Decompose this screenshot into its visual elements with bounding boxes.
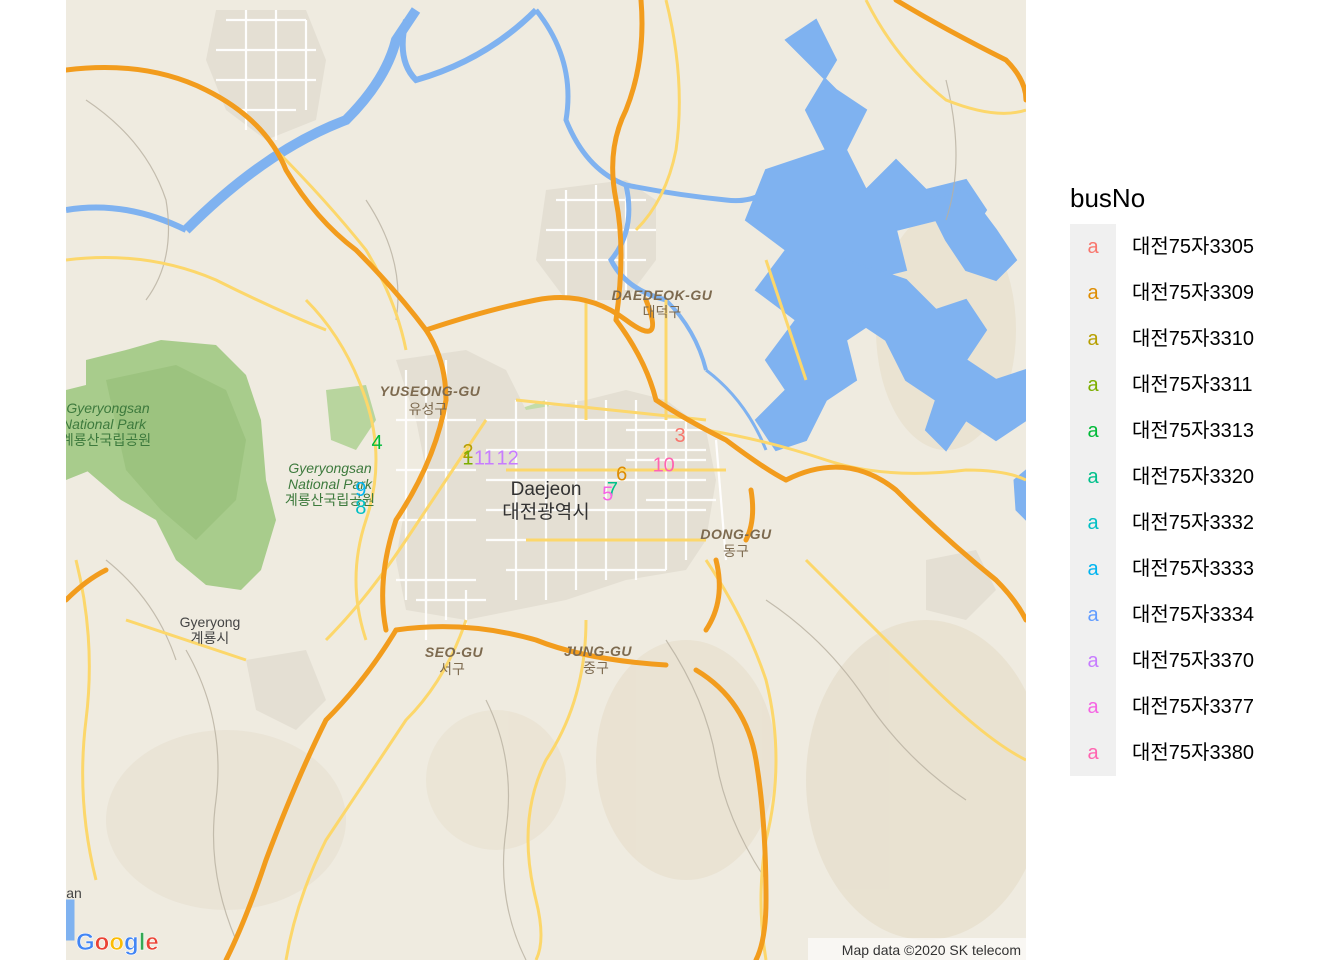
legend-key-glyph: a: [1087, 558, 1099, 580]
legend-title: busNo: [1070, 183, 1146, 213]
map-canvas[interactable]: YUSEONG-GU 유성구 DAEDEOK-GU 대덕구 DONG-GU 동구…: [66, 0, 1026, 960]
legend-item-label: 대전75자3334: [1132, 604, 1254, 626]
google-logo-letter: o: [109, 929, 124, 956]
daedeok-gu-label-en: DAEDEOK-GU: [612, 287, 713, 303]
legend-item: a 대전75자3313: [1070, 408, 1330, 454]
legend-key-glyph: a: [1087, 466, 1099, 488]
legend-key-glyph: a: [1087, 282, 1099, 304]
legend-item-label: 대전75자3313: [1132, 420, 1254, 442]
legend-item: a 대전75자3334: [1070, 592, 1330, 638]
legend-item: a 대전75자3370: [1070, 638, 1330, 684]
legend-key-glyph: a: [1087, 420, 1099, 442]
legend-key-glyph: a: [1087, 328, 1099, 350]
seo-gu-label-en: SEO-GU: [425, 644, 484, 660]
legend-item: a 대전75자3380: [1070, 730, 1330, 776]
bus-point-label: 3: [674, 425, 685, 447]
bus-point-label: 4: [372, 432, 383, 454]
legend-key-glyph: a: [1087, 650, 1099, 672]
bus-point-label: 10: [653, 454, 675, 476]
legend-item-label: 대전75자3377: [1132, 696, 1254, 718]
legend-item: a 대전75자3377: [1070, 684, 1330, 730]
legend-item: a 대전75자3309: [1070, 270, 1330, 316]
legend-key-glyph: a: [1087, 374, 1099, 396]
legend-item-label: 대전75자3320: [1132, 466, 1254, 488]
legend-item-label: 대전75자3309: [1132, 282, 1254, 304]
bus-point-label: 11: [474, 448, 495, 470]
dong-gu-label-ko: 동구: [723, 544, 749, 560]
daejeon-city-label-ko: 대전광역시: [502, 501, 589, 523]
legend-item-label: 대전75자3380: [1132, 742, 1254, 764]
yuseong-gu-label-en: YUSEONG-GU: [380, 383, 481, 399]
legend-items: a 대전75자3305 a 대전75자3309 a 대전75자3310 a 대전75자3311…: [1070, 224, 1330, 776]
seo-gu-label-ko: 서구: [439, 662, 465, 678]
legend-key-glyph: a: [1087, 696, 1099, 718]
bus-point-label: 12: [496, 448, 518, 470]
park1-label-en-line2: National Park: [66, 416, 147, 432]
legend-item-label: 대전75자3311: [1132, 374, 1253, 396]
legend-item-label: 대전75자3370: [1132, 650, 1254, 672]
bus-point-label: 8: [355, 497, 366, 519]
google-logo-letter: G: [76, 929, 95, 956]
legend-item-label: 대전75자3310: [1132, 328, 1254, 350]
legend-item: a 대전75자3332: [1070, 500, 1330, 546]
legend-item: a 대전75자3311: [1070, 362, 1330, 408]
daejeon-city-label-en: Daejeon: [511, 479, 582, 500]
park1-label-en-line1: Gyeryongsan: [66, 400, 149, 416]
yuseong-gu-label-ko: 유성구: [409, 402, 448, 418]
google-logo-letter: e: [145, 929, 158, 956]
legend-item: a 대전75자3333: [1070, 546, 1330, 592]
legend-item-label: 대전75자3333: [1132, 558, 1254, 580]
gyeryong-city-label-en: Gyeryong: [180, 614, 241, 630]
legend-key-glyph: a: [1087, 236, 1099, 258]
google-logo[interactable]: Google: [76, 929, 159, 957]
edge-fragment-label: an: [66, 885, 82, 901]
legend-key-glyph: a: [1087, 512, 1099, 534]
jung-gu-label-en: JUNG-GU: [564, 643, 632, 659]
legend-item: a 대전75자3305: [1070, 224, 1330, 270]
legend-item: a 대전75자3320: [1070, 454, 1330, 500]
legend-key-glyph: a: [1087, 742, 1099, 764]
map-panel[interactable]: YUSEONG-GU 유성구 DAEDEOK-GU 대덕구 DONG-GU 동구…: [66, 0, 1026, 960]
jung-gu-label-ko: 중구: [583, 661, 609, 677]
google-logo-letter: g: [124, 929, 139, 956]
gyeryong-city-label-ko: 계룡시: [191, 631, 230, 647]
google-logo-letter: o: [95, 929, 110, 956]
legend-key-glyph: a: [1087, 604, 1099, 626]
dong-gu-label-en: DONG-GU: [700, 526, 772, 542]
park2-label-en-line1: Gyeryongsan: [288, 460, 371, 476]
daedeok-gu-label-ko: 대덕구: [643, 305, 682, 321]
park1-label-ko: 계룡산국립공원: [66, 433, 151, 449]
legend-item: a 대전75자3310: [1070, 316, 1330, 362]
legend-item-label: 대전75자3332: [1132, 512, 1254, 534]
google-logo-letter: l: [139, 929, 146, 956]
bus-point-label: 5: [602, 484, 613, 506]
legend-item-label: 대전75자3305: [1132, 236, 1254, 258]
bus-point-label: 1: [462, 448, 473, 470]
attribution-text[interactable]: Map data ©2020 SK telecom: [842, 942, 1021, 958]
legend: busNo a 대전75자3305 a 대전75자3309 a 대전75자3310 a 대전7…: [1070, 180, 1254, 776]
